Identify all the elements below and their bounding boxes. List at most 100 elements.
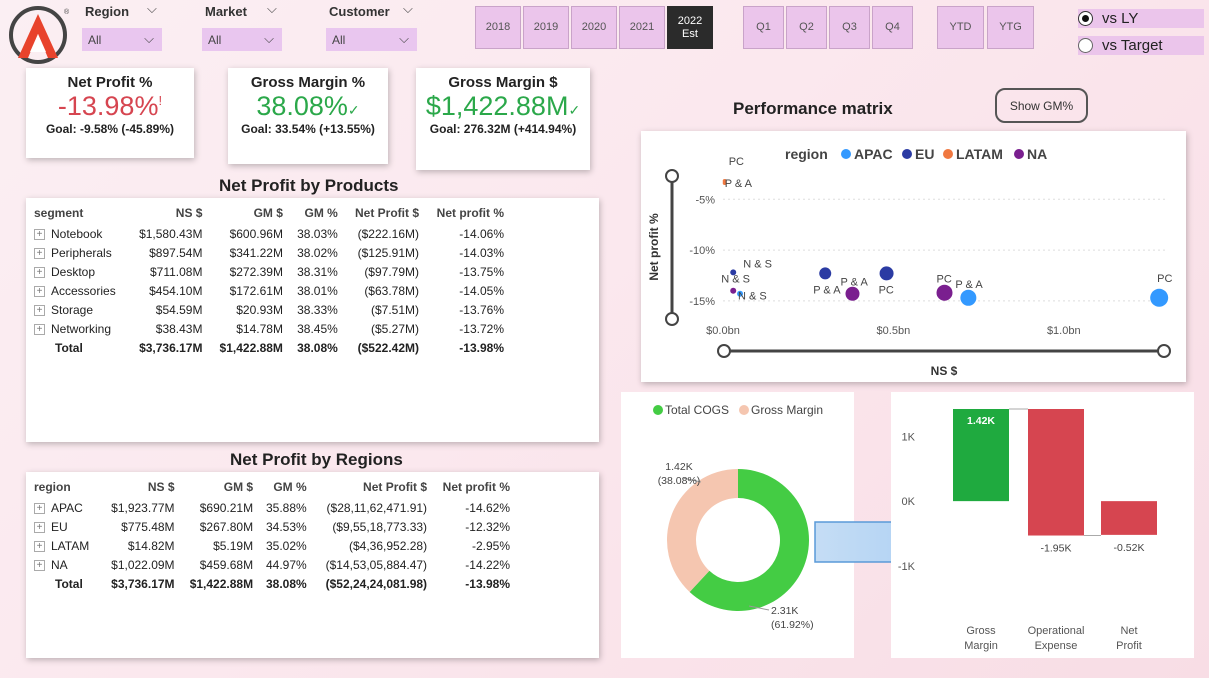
slider-handle[interactable]	[665, 169, 679, 183]
scatter-point[interactable]	[879, 266, 894, 281]
table-cell: -12.32%	[465, 519, 510, 534]
waterfall-bar[interactable]	[1101, 501, 1157, 535]
legend-marker	[902, 149, 912, 159]
quarter-button[interactable]: Q4	[872, 6, 913, 49]
legend-item[interactable]: Gross Margin	[751, 403, 823, 417]
table-cell: -13.76%	[459, 302, 504, 317]
expand-plus-icon[interactable]: +	[34, 285, 45, 297]
expand-plus-icon[interactable]: +	[34, 266, 45, 278]
quarter-button[interactable]: Q1	[743, 6, 784, 49]
total-cell: $1,422.88M	[219, 340, 283, 355]
legend-item[interactable]: Total COGS	[665, 403, 729, 417]
year-button-selected[interactable]: 2022 Est	[667, 6, 713, 49]
column-header[interactable]: Net Profit $	[311, 476, 431, 498]
table-row[interactable]: + Storage $54.59M $20.93M 38.33% ($7.51M) -13.…	[30, 300, 508, 319]
table-cell: $775.48M	[121, 519, 175, 534]
expand-plus-icon[interactable]: +	[34, 502, 45, 514]
table-row[interactable]: + Notebook $1,580.43M $600.96M 38.03% ($222.1…	[30, 224, 508, 243]
column-header[interactable]: NS $	[126, 202, 206, 224]
slicer-dropdown[interactable]: All ⌵	[82, 28, 162, 51]
legend-item[interactable]: NA	[1027, 146, 1047, 162]
column-header[interactable]: NS $	[100, 476, 179, 498]
kpi-value: -13.98%!	[57, 91, 163, 121]
radio-vs-target[interactable]: vs Target	[1078, 36, 1204, 55]
table-cell: ($7.51M)	[370, 302, 420, 317]
chevron-down-icon[interactable]: ⌵	[267, 1, 277, 17]
legend-marker	[1014, 149, 1024, 159]
table-row[interactable]: + Accessories $454.10M $172.61M 38.01% ($63.7…	[30, 281, 508, 300]
column-header[interactable]: GM %	[287, 202, 342, 224]
radio-selected-icon	[1078, 11, 1093, 26]
slicer-dropdown[interactable]: All ⌵	[326, 28, 417, 51]
expand-plus-icon[interactable]: +	[34, 228, 45, 240]
regions-table-title: Net Profit by Regions	[230, 450, 403, 469]
slider-handle[interactable]	[665, 312, 679, 326]
x-category-label: Profit	[1116, 640, 1142, 652]
slicer-label: Market	[205, 4, 247, 19]
expand-plus-icon[interactable]: +	[34, 559, 45, 571]
legend-marker	[841, 149, 851, 159]
table-cell: ($28,11,62,471.91)	[326, 500, 428, 515]
legend-item[interactable]: LATAM	[956, 146, 1003, 162]
total-cell: ($522.42M)	[357, 340, 420, 355]
scatter-point[interactable]	[819, 267, 832, 280]
table-cell: $20.93M	[236, 302, 283, 317]
year-button[interactable]: 2018	[475, 6, 521, 49]
legend-item[interactable]: APAC	[854, 146, 893, 162]
column-header[interactable]: Net profit %	[423, 202, 508, 224]
quarter-button[interactable]: Q3	[829, 6, 870, 49]
column-header[interactable]: GM $	[206, 202, 286, 224]
matrix-card: region APAC EU LATAM NA -5% -10% -15% $0.0bn $0.5…	[641, 131, 1186, 382]
table-cell: + Storage	[30, 300, 126, 319]
column-header[interactable]: region	[30, 476, 100, 498]
table-row[interactable]: + NA $1,022.09M $459.68M 44.97% ($14,53,05,88…	[30, 555, 514, 574]
year-label: 2022	[677, 14, 703, 27]
slicer-dropdown[interactable]: All ⌵	[202, 28, 282, 51]
column-header[interactable]: Net profit %	[431, 476, 514, 498]
year-button[interactable]: 2021	[619, 6, 665, 49]
legend-item[interactable]: EU	[915, 146, 934, 162]
expand-plus-icon[interactable]: +	[34, 323, 45, 335]
row-label: APAC	[51, 500, 83, 515]
column-header[interactable]: GM $	[179, 476, 258, 498]
expand-plus-icon[interactable]: +	[34, 304, 45, 316]
radio-vs-ly[interactable]: vs LY	[1078, 9, 1204, 28]
slider-handle[interactable]	[717, 344, 731, 358]
year-button[interactable]: 2019	[523, 6, 569, 49]
expand-plus-icon[interactable]: +	[34, 521, 45, 533]
scatter-point[interactable]	[960, 289, 977, 306]
year-button[interactable]: 2020	[571, 6, 617, 49]
quarter-button[interactable]: Q2	[786, 6, 827, 49]
table-row[interactable]: + Desktop $711.08M $272.39M 38.31% ($97.79M) -…	[30, 262, 508, 281]
scatter-point[interactable]	[1150, 288, 1169, 307]
column-header[interactable]: segment	[30, 202, 126, 224]
table-cell: 34.53%	[265, 519, 307, 534]
expand-plus-icon[interactable]: +	[34, 247, 45, 259]
y-axis-label: Net profit %	[647, 213, 661, 281]
period-button[interactable]: YTD	[937, 6, 984, 49]
donut-slice[interactable]	[667, 469, 738, 592]
table-row[interactable]: + APAC $1,923.77M $690.21M 35.88% ($28,11,62,…	[30, 498, 514, 517]
table-row[interactable]: + LATAM $14.82M $5.19M 35.02% ($4,36,952.28) -…	[30, 536, 514, 555]
table-row[interactable]: + Peripherals $897.54M $341.22M 38.02% ($125.…	[30, 243, 508, 262]
slider-handle[interactable]	[1157, 344, 1171, 358]
scatter-point[interactable]	[936, 284, 953, 301]
scatter-point[interactable]	[845, 286, 860, 301]
chevron-down-icon[interactable]: ⌵	[147, 1, 157, 17]
column-header[interactable]: GM %	[257, 476, 311, 498]
expand-plus-icon[interactable]: +	[34, 540, 45, 552]
period-button[interactable]: YTG	[987, 6, 1034, 49]
table-row[interactable]: + EU $775.48M $267.80M 34.53% ($9,55,18,773.3…	[30, 517, 514, 536]
table-cell: + EU	[30, 517, 100, 536]
chevron-down-icon[interactable]: ⌵	[403, 1, 413, 17]
radio-unselected-icon	[1078, 38, 1093, 53]
chevron-down-icon: ⌵	[399, 31, 409, 46]
slicer-value: All	[88, 33, 102, 47]
regions-table: region NS $ GM $ GM % Net Profit $ Net profit…	[30, 476, 514, 593]
point-label: P & A	[955, 279, 983, 291]
waterfall-bar[interactable]	[1028, 409, 1084, 536]
table-row[interactable]: + Networking $38.43M $14.78M 38.45% ($5.27M) -…	[30, 319, 508, 338]
show-gm-button[interactable]: Show GM%	[995, 88, 1088, 123]
column-header[interactable]: Net Profit $	[342, 202, 423, 224]
scatter-point[interactable]	[730, 287, 737, 294]
